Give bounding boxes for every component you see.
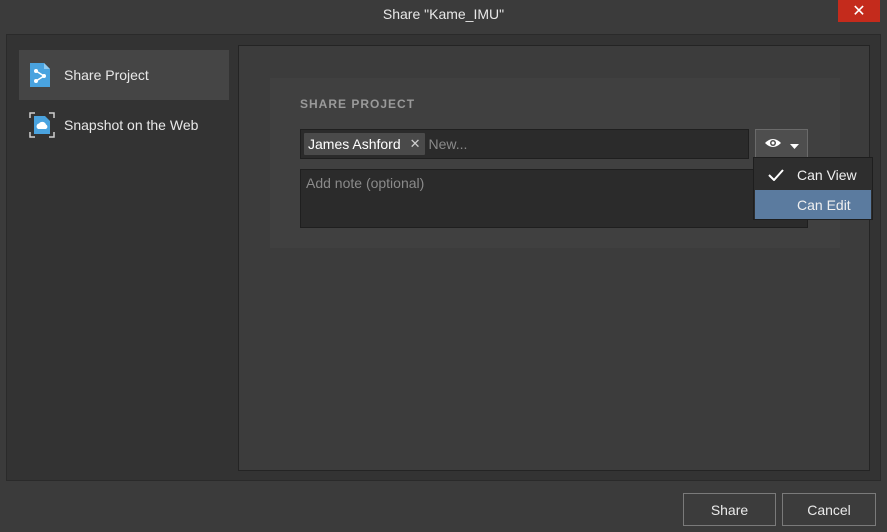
title-bar: Share "Kame_IMU" ✕ <box>0 0 887 30</box>
recipients-field[interactable]: James Ashford ✕ <box>300 129 749 159</box>
cloud-snapshot-icon <box>29 112 55 138</box>
sidebar: Share Project Snapshot on the Web <box>19 50 229 150</box>
sidebar-item-snapshot-web[interactable]: Snapshot on the Web <box>19 100 229 150</box>
share-project-icon <box>29 62 51 88</box>
recipient-name: James Ashford <box>308 136 401 152</box>
close-icon: ✕ <box>852 3 866 20</box>
share-dialog: Share "Kame_IMU" ✕ Share Project Snapsho… <box>0 0 887 532</box>
chevron-down-icon <box>790 136 799 152</box>
sidebar-item-label: Share Project <box>64 67 149 83</box>
menu-item-label: Can View <box>797 166 857 183</box>
sidebar-item-share-project[interactable]: Share Project <box>19 50 229 100</box>
note-field[interactable] <box>300 169 808 228</box>
dialog-title: Share "Kame_IMU" <box>382 6 505 22</box>
new-recipient-input[interactable] <box>428 136 629 152</box>
share-project-panel: SHARE PROJECT James Ashford ✕ <box>238 45 870 471</box>
eye-icon <box>764 136 782 152</box>
permission-menu: Can View Can Edit <box>753 157 873 220</box>
share-button[interactable]: Share <box>683 493 776 526</box>
cancel-button[interactable]: Cancel <box>782 493 876 526</box>
menu-item-can-view[interactable]: Can View <box>755 160 871 189</box>
menu-item-can-edit[interactable]: Can Edit <box>755 190 871 219</box>
recipient-chip: James Ashford ✕ <box>304 133 425 155</box>
check-icon <box>755 168 797 181</box>
section-title: SHARE PROJECT <box>300 97 416 111</box>
remove-recipient-icon[interactable]: ✕ <box>410 136 421 152</box>
content-frame: Share Project Snapshot on the Web SHARE … <box>6 34 881 481</box>
sidebar-item-label: Snapshot on the Web <box>64 117 199 133</box>
permission-dropdown-button[interactable] <box>755 129 808 158</box>
menu-item-label: Can Edit <box>797 196 851 213</box>
close-button[interactable]: ✕ <box>838 0 880 22</box>
